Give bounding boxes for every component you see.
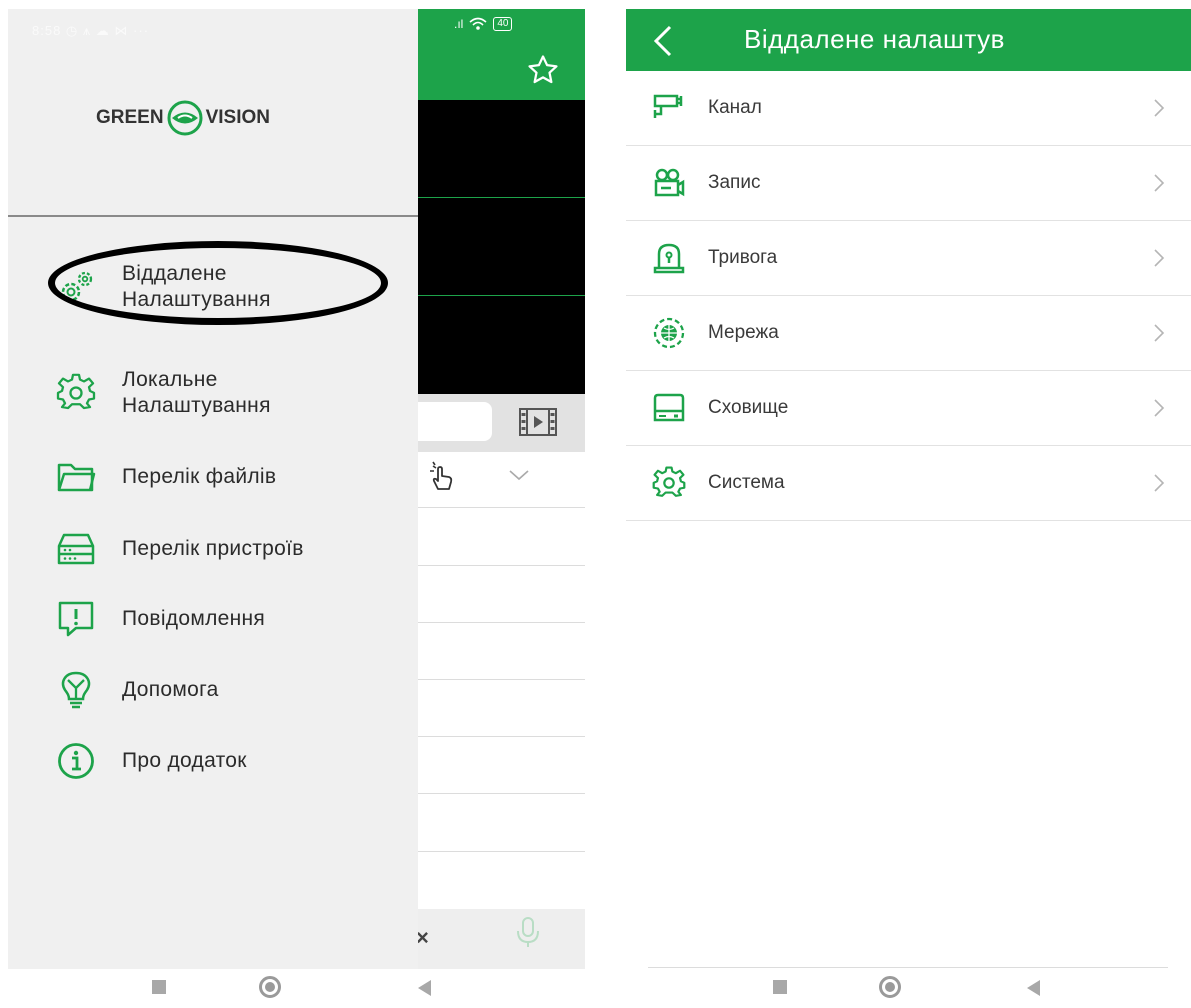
settings-row-alarm[interactable]: Тривога <box>626 221 1191 296</box>
back-nav-button[interactable] <box>1027 980 1040 996</box>
row-label: Мережа <box>708 322 779 343</box>
menu-item-messages[interactable]: Повідомлення <box>56 599 265 639</box>
logo-text-right: VISION <box>205 107 270 128</box>
storage-icon <box>653 393 685 422</box>
device-list-icon <box>57 533 95 565</box>
gear-icon <box>56 373 96 410</box>
folder-icon <box>57 463 96 492</box>
right-system-nav-bar <box>620 972 1180 1008</box>
chevron-right-icon <box>1154 474 1165 492</box>
highlight-annotation-ellipse <box>48 241 388 325</box>
recent-apps-button[interactable] <box>152 980 166 994</box>
settings-row-channel[interactable]: Канал <box>626 71 1191 146</box>
menu-label: Повідомлення <box>122 607 266 630</box>
page-title: Віддалене налаштув <box>744 24 1005 54</box>
row-label: Сховище <box>708 397 789 418</box>
home-button[interactable] <box>259 976 281 998</box>
wifi-icon <box>469 17 487 30</box>
menu-label: Про додаток <box>122 749 247 772</box>
settings-row-network[interactable]: Мережа <box>626 296 1191 371</box>
menu-item-about[interactable]: Про додаток <box>56 741 247 781</box>
search-field[interactable] <box>418 402 492 441</box>
remote-settings-header: Віддалене налаштув <box>626 9 1191 71</box>
left-system-nav-bar <box>0 972 560 1008</box>
input-bottom-bar <box>418 909 585 969</box>
video-camera-icon <box>654 168 685 197</box>
touch-hand-icon[interactable] <box>424 459 460 495</box>
microphone-icon[interactable] <box>513 915 543 949</box>
menu-label: Перелік пристроїв <box>122 537 304 560</box>
video-pane-1[interactable] <box>418 100 585 198</box>
camera-channel-icon <box>653 94 683 118</box>
video-pane-3[interactable] <box>418 296 585 394</box>
chevron-right-icon <box>1154 249 1165 267</box>
row-label: Система <box>708 472 785 493</box>
home-button[interactable] <box>879 976 901 998</box>
chevron-right-icon <box>1154 174 1165 192</box>
back-nav-button[interactable] <box>418 980 431 996</box>
logo-text-left: GREEN <box>96 107 164 128</box>
menu-item-file-list[interactable]: Перелік файлів <box>56 457 276 497</box>
list-divider <box>418 622 585 623</box>
playback-film-icon[interactable] <box>518 407 558 437</box>
chevron-right-icon <box>1154 99 1165 117</box>
alarm-icon <box>653 243 685 274</box>
system-gear-icon <box>652 466 686 497</box>
video-pane-2[interactable] <box>418 198 585 296</box>
info-icon <box>58 743 94 779</box>
row-label: Запис <box>708 172 761 193</box>
list-divider <box>418 507 585 508</box>
network-icon <box>653 317 685 349</box>
menu-item-device-list[interactable]: Перелік пристроїв <box>56 529 304 569</box>
status-bar-left: 8:58 ◷ ⩚ ☁ ⋈ ··· <box>32 23 150 38</box>
list-divider <box>418 793 585 794</box>
list-divider <box>418 851 585 852</box>
help-icon <box>61 671 91 709</box>
settings-row-system[interactable]: Система <box>626 446 1191 521</box>
settings-row-storage[interactable]: Сховище <box>626 371 1191 446</box>
menu-label: Допомога <box>122 678 219 701</box>
row-label: Тривога <box>708 247 778 268</box>
right-phone-screen: Віддалене налаштув Канал Запис Тривога М… <box>626 9 1191 969</box>
bottom-divider <box>648 967 1168 968</box>
eye-logo-icon <box>167 100 203 136</box>
navigation-drawer: 8:58 ◷ ⩚ ☁ ⋈ ··· GREEN VISION Віддалене … <box>8 9 418 969</box>
list-divider <box>418 736 585 737</box>
recent-apps-button[interactable] <box>773 980 787 994</box>
signal-indicator: .ıl <box>454 17 464 31</box>
menu-label: Локальне Налаштування <box>122 368 271 417</box>
chevron-right-icon <box>1154 324 1165 342</box>
list-divider <box>418 679 585 680</box>
drawer-divider <box>8 215 418 217</box>
message-icon <box>58 601 94 637</box>
chevron-down-icon[interactable] <box>508 467 530 483</box>
battery-indicator: 40 <box>493 17 513 31</box>
favorite-star-icon[interactable] <box>526 53 560 87</box>
menu-label: Перелік файлів <box>122 465 277 488</box>
menu-item-local-settings[interactable]: Локальне Налаштування <box>56 367 332 419</box>
row-label: Канал <box>708 97 762 118</box>
status-bar-right: .ıl 40 <box>454 17 513 31</box>
menu-item-help[interactable]: Допомога <box>56 670 219 710</box>
list-divider <box>418 565 585 566</box>
greenvision-logo: GREEN VISION <box>96 99 270 137</box>
back-arrow-icon[interactable] <box>648 23 678 59</box>
left-phone-screen: .ıl 40 × 8:58 ◷ ⩚ ☁ ⋈ ··· GREEN VISION В… <box>8 9 585 969</box>
chevron-right-icon <box>1154 399 1165 417</box>
settings-row-record[interactable]: Запис <box>626 146 1191 221</box>
